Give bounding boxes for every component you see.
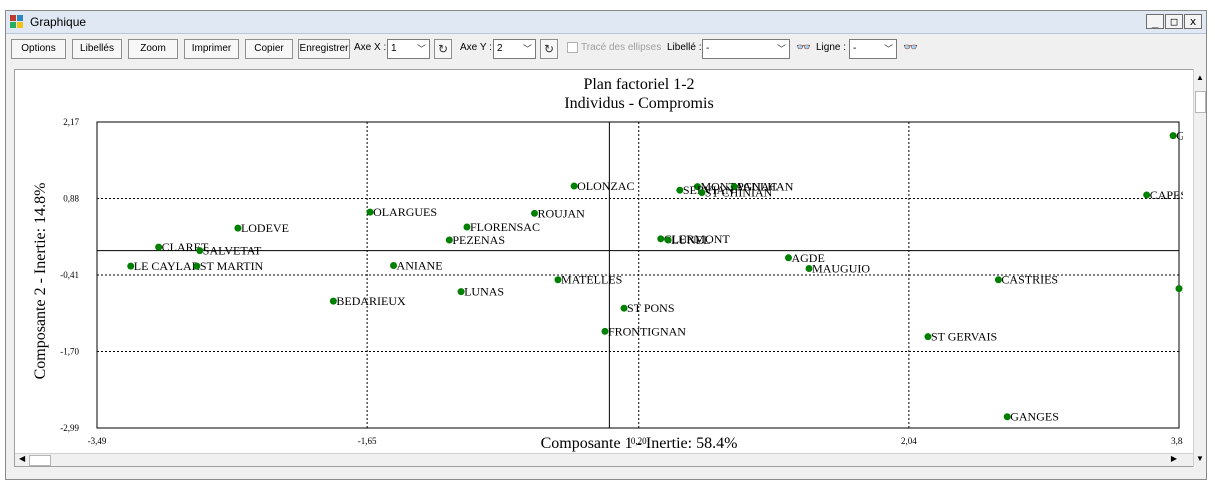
data-point-label: OLONZAC	[577, 179, 634, 193]
data-point-label: SALVETAT	[203, 244, 262, 258]
scroll-left-icon[interactable]: ◀	[19, 454, 25, 463]
data-point-label: ROUJAN	[537, 206, 585, 220]
zoom-button[interactable]: Zoom	[128, 39, 178, 59]
data-point-label: LODEVE	[241, 221, 289, 235]
y-tick-label: 2,17	[63, 117, 79, 127]
data-point-label: OLARGUES	[373, 205, 437, 219]
refresh-y-icon[interactable]: ↻	[540, 39, 558, 59]
data-point-label: ST CHINIAN	[705, 186, 773, 200]
window-title: Graphique	[30, 15, 87, 29]
libelles-button[interactable]: Libellés	[72, 39, 122, 59]
scroll-up-icon[interactable]: ▲	[1196, 73, 1204, 82]
vertical-scroll-thumb[interactable]	[1195, 91, 1206, 113]
graphique-window: Graphique _ □ x Options Libellés Zoom Im…	[5, 10, 1207, 480]
axe-y-label: Axe Y :	[460, 42, 492, 53]
maximize-button[interactable]: □	[1165, 14, 1183, 29]
chevron-down-icon: ﹀	[416, 44, 426, 54]
close-button[interactable]: x	[1184, 14, 1202, 29]
chart-app-icon	[10, 15, 24, 29]
ligne-select[interactable]: - ﹀	[849, 39, 897, 59]
factorial-plot: Plan factoriel 1-2 Individus - Compromis…	[32, 76, 1195, 452]
data-point-label: ANIANE	[397, 259, 443, 273]
toolbar: Options Libellés Zoom Imprimer Copier En…	[6, 34, 1206, 64]
data-point-label: ST GERVAIS	[931, 330, 997, 344]
binoculars-search-icon[interactable]: 👓	[796, 40, 811, 54]
libelle-label: Libellé :	[667, 42, 702, 53]
data-point-label: ST MARTIN	[200, 259, 264, 273]
data-point-label: ST PONS	[627, 301, 674, 315]
enregistrer-button[interactable]: Enregistrer	[298, 39, 350, 59]
y-tick-label: 0,88	[63, 194, 79, 204]
x-tick-label: -3,49	[88, 436, 107, 446]
y-axis-label: Composante 2 - Inertie: 14.8%	[32, 183, 49, 380]
refresh-x-icon[interactable]: ↻	[434, 39, 452, 59]
vertical-scrollbar[interactable]: ▲ ▼	[1193, 69, 1206, 467]
y-tick-label: -2,99	[60, 423, 79, 433]
chart-subtitle: Individus - Compromis	[564, 95, 713, 112]
data-point-label: GIGNAC	[1176, 129, 1183, 143]
chevron-down-icon: ﹀	[776, 44, 786, 54]
data-point-label: FRONTIGNAN	[608, 324, 686, 338]
data-point-label: MEZE	[1182, 282, 1183, 296]
imprimer-button[interactable]: Imprimer	[184, 39, 239, 59]
x-tick-label: -1,65	[358, 436, 377, 446]
title-bar: Graphique _ □ x	[6, 11, 1206, 34]
y-tick-label: -1,70	[60, 347, 79, 357]
data-point-label: LUNAS	[464, 285, 504, 299]
minimize-button[interactable]: _	[1146, 14, 1164, 29]
data-point-label: LUNEL	[671, 233, 710, 247]
binoculars-search-icon[interactable]: 👓	[903, 40, 918, 54]
data-point-label: CASTRIES	[1001, 273, 1058, 287]
horizontal-scrollbar[interactable]: ◀ ▶	[15, 453, 1195, 466]
x-tick-label: 2,04	[901, 436, 917, 446]
data-point-label: LE CAYLAR	[134, 259, 200, 273]
axe-y-value: 2	[497, 43, 503, 54]
libelle-select[interactable]: - ﹀	[702, 39, 790, 59]
axe-x-label: Axe X :	[354, 42, 387, 53]
data-point-label: PEZENAS	[452, 233, 505, 247]
axe-x-select[interactable]: 1 ﹀	[387, 39, 430, 59]
data-point-label: MATELLES	[561, 273, 622, 287]
chevron-down-icon: ﹀	[883, 44, 893, 54]
x-axis-label: Composante 1 - Inertie: 58.4%	[541, 435, 738, 452]
data-point-label: FLORENSAC	[470, 220, 540, 234]
ligne-value: -	[853, 43, 857, 54]
window-controls: _ □ x	[1146, 14, 1202, 29]
y-tick-label: -0,41	[60, 270, 79, 280]
axe-x-value: 1	[391, 43, 397, 54]
chevron-down-icon: ﹀	[522, 44, 532, 54]
options-button[interactable]: Options	[11, 39, 66, 59]
horizontal-scroll-thumb[interactable]	[29, 455, 51, 466]
data-point-label: CAPESTANG	[1150, 188, 1183, 202]
plot-area: Plan factoriel 1-2 Individus - Compromis…	[14, 69, 1196, 467]
scroll-right-icon[interactable]: ▶	[1171, 454, 1177, 463]
data-point-label: BEDARIEUX	[336, 294, 406, 308]
axe-y-select[interactable]: 2 ﹀	[493, 39, 536, 59]
points-layer: GIGNAC CAPESTANG MEZE CASTRIES GANGES ST GERV…	[127, 129, 1195, 424]
data-point-label: AGDE	[791, 251, 824, 265]
libelle-value: -	[706, 43, 710, 54]
ligne-label: Ligne :	[816, 42, 847, 53]
chart-title: Plan factoriel 1-2	[583, 76, 694, 93]
x-tick-label: 3,88	[1171, 436, 1183, 446]
trace-ellipses-label: Tracé des ellipses	[581, 42, 662, 53]
copier-button[interactable]: Copier	[245, 39, 293, 59]
data-point-label: GANGES	[1010, 410, 1059, 424]
scroll-down-icon[interactable]: ▼	[1196, 454, 1204, 463]
trace-ellipses-checkbox[interactable]	[567, 42, 578, 53]
